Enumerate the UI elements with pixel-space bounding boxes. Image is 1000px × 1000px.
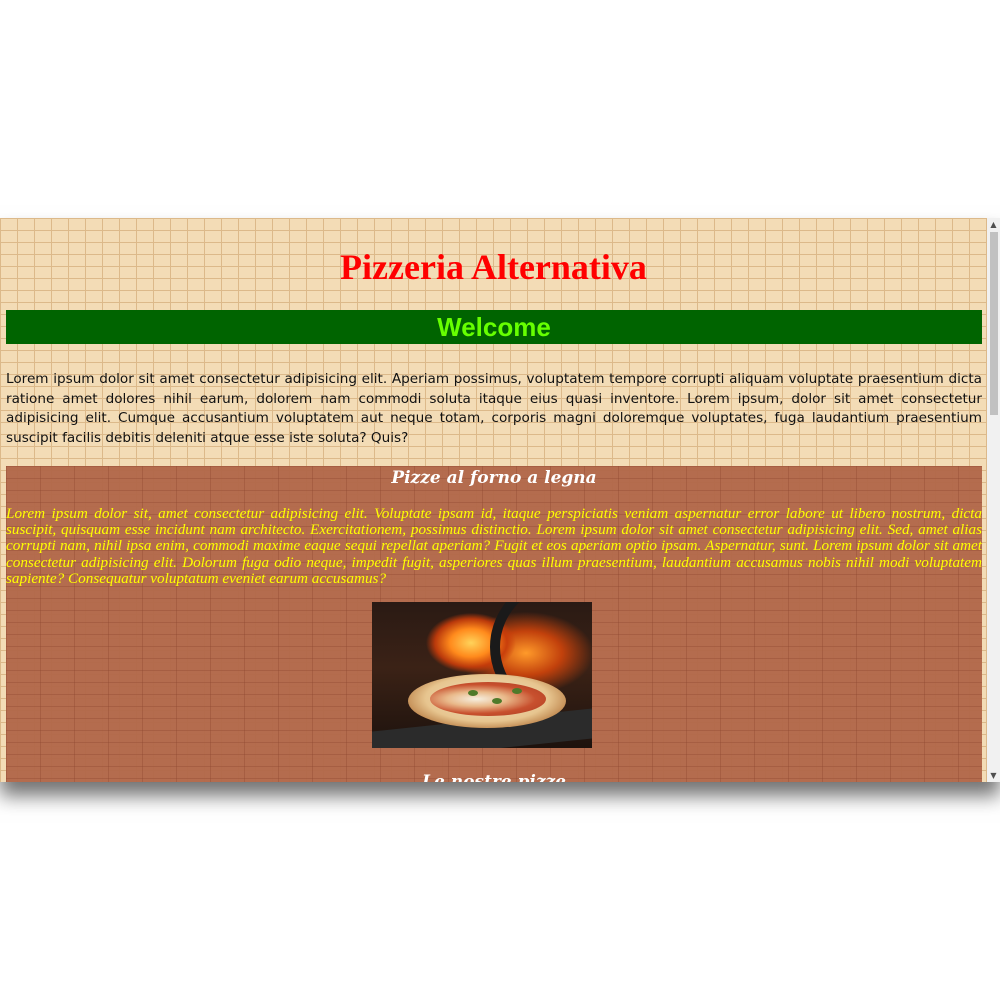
pizza-oven-image [372, 602, 592, 748]
basil-leaf [492, 698, 502, 704]
page-title: Pizzeria Alternativa [340, 247, 647, 287]
basil-leaf [512, 688, 522, 694]
page-viewport[interactable]: Pizzeria Alternativa Welcome Lorem ipsum… [0, 218, 987, 782]
wood-oven-section: Pizze al forno a legna Lorem ipsum dolor… [6, 466, 982, 782]
scroll-up-icon[interactable]: ▲ [987, 218, 1000, 231]
basil-leaf [468, 690, 478, 696]
section-paragraph: Lorem ipsum dolor sit, amet consectetur … [6, 505, 982, 587]
pizza-topping [430, 682, 546, 716]
scroll-thumb[interactable] [990, 232, 998, 415]
welcome-heading: Welcome [437, 311, 551, 342]
section-subheading: Le nostre pizze [422, 772, 566, 782]
intro-paragraph: Lorem ipsum dolor sit amet consectetur a… [6, 371, 982, 446]
vertical-scrollbar[interactable]: ▲ ▼ [987, 218, 1000, 782]
welcome-banner: Welcome [6, 310, 982, 344]
browser-window: Pizzeria Alternativa Welcome Lorem ipsum… [0, 218, 1000, 782]
section-heading: Pizze al forno a legna [391, 468, 597, 488]
scroll-down-icon[interactable]: ▼ [987, 769, 1000, 782]
